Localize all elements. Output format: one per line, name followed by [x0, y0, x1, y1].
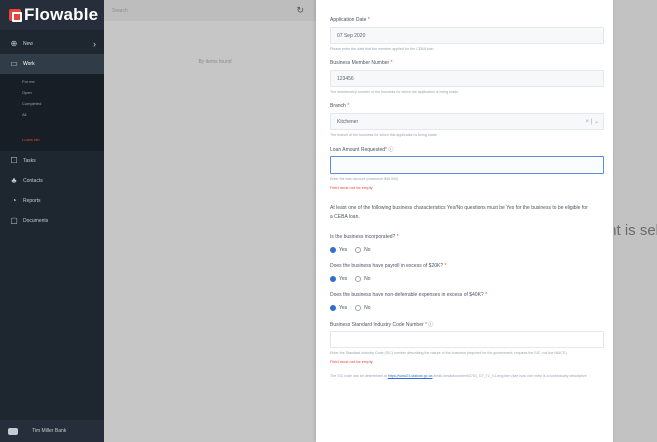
radio-label-no: No: [364, 247, 371, 253]
member-number-label: Business Member Number *: [330, 60, 393, 66]
incorporated-radio-group: Yes No: [330, 245, 604, 255]
submenu-item-completed[interactable]: Completed: [0, 98, 104, 109]
flowable-logo-icon: [9, 9, 22, 22]
expenses-radio-group: Yes No: [330, 303, 604, 313]
sic-note: The SIC code can be determined at https:…: [330, 374, 595, 379]
reports-icon: ◔: [11, 196, 17, 205]
incorporated-no[interactable]: No: [355, 247, 371, 253]
help-icon[interactable]: ⓘ: [428, 322, 433, 328]
radio-unselected-icon[interactable]: [355, 305, 362, 311]
chevron-down-icon[interactable]: ⌄: [594, 119, 599, 125]
sidebar-item-documents[interactable]: ▢ Documents: [0, 211, 104, 231]
incorporated-label: Is the business incorporated? *: [330, 234, 399, 240]
member-number-hint: The membership number of the business fo…: [330, 90, 459, 94]
radio-label-yes: Yes: [339, 305, 348, 311]
sic-note-text: The SIC code can be determined at: [330, 374, 387, 378]
sic-field[interactable]: [330, 331, 604, 348]
sidebar: Flowable ⊕ New › ▭ Work For me Open Comp…: [0, 0, 104, 442]
select-controls: × | ⌄: [585, 119, 599, 125]
tasks-icon: ☐: [10, 156, 18, 165]
form-top-spacer: [330, 0, 604, 13]
inbox-icon: ▭: [10, 59, 18, 68]
radio-label-no: No: [364, 305, 371, 311]
chevron-right-icon[interactable]: ›: [93, 39, 96, 49]
submenu-item-for-me[interactable]: For me: [0, 76, 104, 87]
application-date-field[interactable]: 07 Sep 2020: [330, 27, 604, 44]
sidebar-item-work[interactable]: ▭ Work: [0, 54, 104, 74]
sidebar-item-reports[interactable]: ◔ Reports: [0, 191, 104, 211]
radio-selected-icon[interactable]: [330, 305, 336, 311]
background-message: nt is sel: [608, 222, 657, 239]
application-date-hint: Please enter the date that the member ap…: [330, 47, 434, 51]
sidebar-item-label: Documents: [23, 218, 49, 224]
submenu-item-loans[interactable]: Loans tab: [0, 134, 104, 145]
member-number-field[interactable]: 123456: [330, 70, 604, 87]
loan-amount-error: Field must not be empty: [330, 185, 373, 190]
submenu-item-open[interactable]: Open: [0, 87, 104, 98]
branch-label: Branch *: [330, 103, 350, 109]
submenu-spacer: [0, 120, 104, 134]
clear-icon[interactable]: ×: [586, 119, 590, 125]
loan-amount-hint: Enter the loan amount (maximum $40,000): [330, 177, 399, 181]
refresh-icon[interactable]: ↻: [296, 5, 304, 16]
documents-icon: ▢: [10, 216, 18, 225]
loan-application-form: Application Date * 07 Sep 2020 Please en…: [316, 0, 613, 442]
expenses-no[interactable]: No: [355, 305, 371, 311]
sidebar-item-label: Contacts: [23, 178, 43, 184]
sidebar-item-label: Tasks: [23, 158, 36, 164]
payroll-radio-group: Yes No: [330, 274, 604, 284]
radio-unselected-icon[interactable]: [355, 276, 362, 282]
incorporated-yes[interactable]: Yes: [330, 247, 347, 253]
statcan-link[interactable]: https://www23.statcan.gc.ca: [388, 374, 433, 378]
contacts-icon: ♣: [11, 176, 17, 185]
app-logo[interactable]: Flowable: [0, 0, 104, 30]
sic-note-suffix: /imdb-bmdi/document/3701_D7_T1_V1-eng.ht…: [433, 374, 587, 378]
list-empty-label: By items found: [198, 59, 232, 65]
search-bar[interactable]: Search ↻: [104, 0, 316, 21]
loan-amount-label: Loan Amount Requested* ⓘ: [330, 147, 394, 153]
payroll-yes[interactable]: Yes: [330, 276, 347, 282]
radio-label-yes: Yes: [339, 276, 348, 282]
radio-unselected-icon[interactable]: [355, 247, 362, 253]
eligibility-intro: At least one of the following business c…: [330, 205, 588, 220]
expenses-label: Does the business have non-deferrable ex…: [330, 292, 488, 298]
sic-hint: Enter the Standard Industry Code (SIC) n…: [330, 351, 568, 355]
radio-selected-icon[interactable]: [330, 247, 336, 253]
work-list-pane: Search ↻ By items found: [104, 0, 316, 442]
user-name: Tim Miller Bank: [32, 428, 67, 434]
avatar: [8, 427, 18, 435]
sic-label: Business Standard Industry Code Number *…: [330, 322, 434, 328]
sidebar-item-new[interactable]: ⊕ New ›: [0, 34, 104, 54]
payroll-no[interactable]: No: [355, 276, 371, 282]
sidebar-item-contacts[interactable]: ♣ Contacts: [0, 171, 104, 191]
submenu-item-all[interactable]: All: [0, 109, 104, 120]
payroll-label: Does the business have payroll in excess…: [330, 263, 447, 269]
radio-selected-icon[interactable]: [330, 276, 336, 282]
radio-label-yes: Yes: [339, 247, 348, 253]
help-icon[interactable]: ⓘ: [388, 147, 393, 153]
plus-circle-icon: ⊕: [10, 39, 18, 48]
sidebar-item-label: New: [23, 41, 34, 47]
branch-select[interactable]: Kitchener × | ⌄: [330, 113, 604, 130]
sic-error: Field must not be empty: [330, 359, 373, 364]
work-submenu: For me Open Completed All Loans tab: [0, 74, 104, 151]
sidebar-item-tasks[interactable]: ☐ Tasks: [0, 151, 104, 171]
application-date-label: Application Date *: [330, 17, 370, 23]
logo-text: Flowable: [24, 5, 99, 24]
sidebar-item-label: Reports: [23, 198, 41, 204]
user-menu[interactable]: Tim Miller Bank: [0, 420, 104, 442]
search-input[interactable]: Search: [112, 8, 128, 14]
loan-amount-field[interactable]: [330, 156, 604, 174]
branch-value: Kitchener: [337, 118, 359, 125]
expenses-yes[interactable]: Yes: [330, 305, 347, 311]
form-divider: [613, 0, 614, 442]
branch-hint: The branch of the business for which thi…: [330, 133, 437, 137]
radio-label-no: No: [364, 276, 371, 282]
sidebar-item-label: Work: [23, 61, 35, 67]
